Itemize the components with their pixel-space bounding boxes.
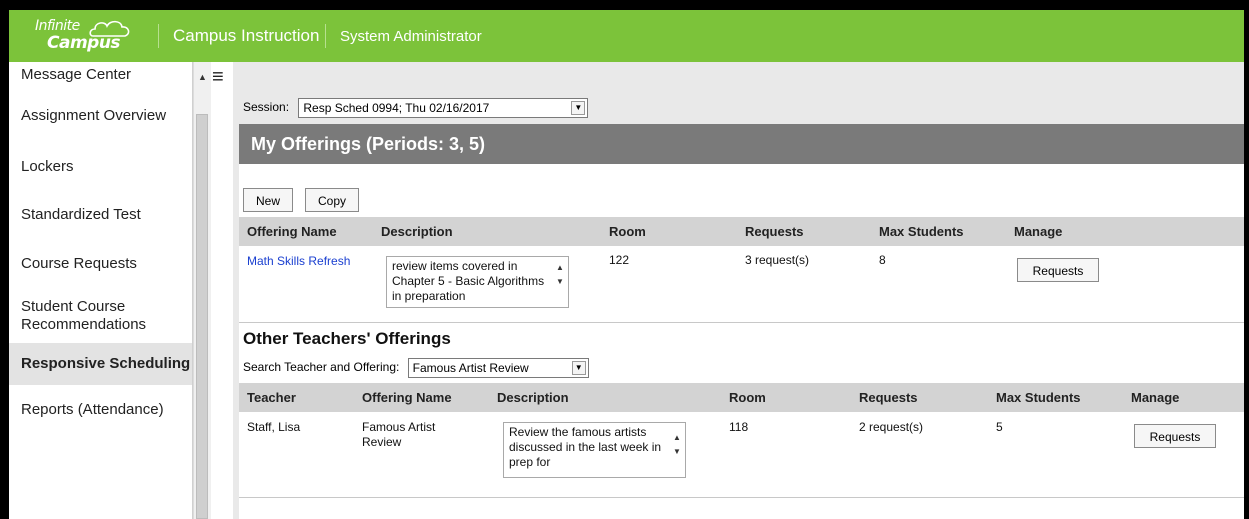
header-separator [325, 24, 326, 48]
sidebar-item-label: Reports (Attendance) [21, 401, 164, 418]
sidebar: Message Center Assignment Overview Locke… [9, 62, 193, 519]
logo-cloud-icon [89, 20, 130, 37]
session-label: Session: [243, 100, 290, 115]
session-value: Resp Sched 0994; Thu 02/16/2017 [303, 101, 490, 115]
sidebar-item-label: Course Requests [21, 255, 137, 272]
room-value: 122 [609, 253, 630, 267]
textbox-scroll-arrows-icon[interactable]: ▲ ▼ [671, 431, 683, 459]
main-panel: Session: Resp Sched 0994; Thu 02/16/2017… [233, 62, 1244, 519]
column-header: Offering Name [362, 390, 452, 405]
column-header: Requests [745, 224, 804, 239]
column-header: Max Students [996, 390, 1081, 405]
column-header: Offering Name [247, 224, 337, 239]
search-label: Search Teacher and Offering: [243, 360, 400, 375]
sidebar-item-responsive-scheduling[interactable]: Responsive Scheduling [9, 343, 192, 385]
scroll-up-arrow-icon[interactable]: ▲ [198, 72, 207, 82]
description-text: review items covered in Chapter 5 - Basi… [392, 259, 545, 303]
other-offerings-table-header: Teacher Offering Name Description Room R… [239, 383, 1244, 412]
requests-value: 3 request(s) [745, 253, 810, 267]
sidebar-item-label: Standardized Test [21, 206, 141, 223]
max-students-value: 8 [879, 253, 886, 267]
header-separator [158, 24, 159, 48]
chevron-down-icon[interactable]: ▼ [571, 101, 586, 115]
offering-name-value: Famous Artist Review [362, 420, 436, 449]
other-offerings-title: Other Teachers' Offerings [243, 329, 451, 348]
session-select[interactable]: Resp Sched 0994; Thu 02/16/2017 ▼ [298, 98, 589, 118]
table-row: Staff, Lisa Famous Artist Review Review … [239, 412, 1244, 492]
app-name[interactable]: Campus Instruction [173, 26, 319, 46]
requests-button[interactable]: Requests [1017, 258, 1099, 282]
column-header: Description [381, 224, 453, 239]
column-header: Room [729, 390, 766, 405]
search-value: Famous Artist Review [412, 361, 529, 375]
room-value: 118 [729, 420, 749, 434]
sidebar-item-assignment-overview[interactable]: Assignment Overview [9, 107, 192, 125]
session-row: Session: Resp Sched 0994; Thu 02/16/2017… [243, 98, 589, 118]
divider [239, 322, 1244, 323]
infinite-campus-logo[interactable]: Infinite Campus [33, 16, 145, 56]
column-header: Max Students [879, 224, 964, 239]
textbox-scroll-arrows-icon[interactable]: ▲ ▼ [554, 261, 566, 289]
sidebar-item-reports-attendance[interactable]: Reports (Attendance) [9, 401, 192, 419]
column-header: Room [609, 224, 646, 239]
sidebar-item-standardized-test[interactable]: Standardized Test [9, 206, 192, 224]
copy-button[interactable]: Copy [305, 188, 359, 212]
chevron-down-icon[interactable]: ▼ [571, 361, 586, 375]
search-teacher-offering-select[interactable]: Famous Artist Review ▼ [407, 358, 589, 378]
top-bar: Infinite Campus Campus Instruction Syste… [9, 10, 1244, 62]
description-textbox[interactable]: review items covered in Chapter 5 - Basi… [386, 256, 569, 308]
sidebar-item-label: Message Center [21, 66, 132, 83]
sidebar-scrollbar[interactable]: ▲ [193, 62, 211, 519]
content-area: My Offerings (Periods: 3, 5) New Copy Of… [239, 124, 1244, 519]
description-text: Review the famous artists discussed in t… [509, 425, 662, 469]
new-button[interactable]: New [243, 188, 293, 212]
sidebar-item-course-requests[interactable]: Course Requests [9, 255, 192, 273]
scrollbar-thumb[interactable] [196, 114, 208, 519]
logo-text-infinite: Infinite [35, 18, 80, 34]
user-role: System Administrator [340, 28, 482, 45]
sidebar-item-label: Assignment Overview [21, 107, 167, 124]
requests-button[interactable]: Requests [1134, 424, 1216, 448]
app-window: Infinite Campus Campus Instruction Syste… [9, 10, 1244, 519]
column-header: Manage [1131, 390, 1180, 405]
sidebar-item-label: Lockers [21, 158, 74, 175]
search-row: Search Teacher and Offering: Famous Arti… [243, 358, 589, 378]
sidebar-item-lockers[interactable]: Lockers [9, 158, 192, 176]
description-textbox[interactable]: Review the famous artists discussed in t… [503, 422, 686, 478]
my-offerings-header: My Offerings (Periods: 3, 5) [239, 124, 1244, 164]
table-row: Math Skills Refresh review items covered… [239, 246, 1244, 316]
column-header: Teacher [247, 390, 296, 405]
sidebar-item-label: Responsive Scheduling [21, 355, 191, 372]
column-header: Requests [859, 390, 918, 405]
hamburger-icon[interactable]: ≡ [212, 67, 232, 87]
column-header: Manage [1014, 224, 1063, 239]
requests-value: 2 request(s) [859, 420, 924, 434]
teacher-value: Staff, Lisa [247, 420, 301, 434]
offering-name-link[interactable]: Math Skills Refresh [247, 254, 350, 268]
column-header: Description [497, 390, 569, 405]
divider [239, 497, 1244, 498]
max-students-value: 5 [996, 420, 1003, 434]
sidebar-item-label: Student Course Recommendations [21, 298, 147, 333]
sidebar-item-student-course-recommendations[interactable]: Student Course Recommendations [9, 298, 179, 334]
my-offerings-table-header: Offering Name Description Room Requests … [239, 217, 1244, 246]
sidebar-item-message-center[interactable]: Message Center [9, 66, 192, 84]
